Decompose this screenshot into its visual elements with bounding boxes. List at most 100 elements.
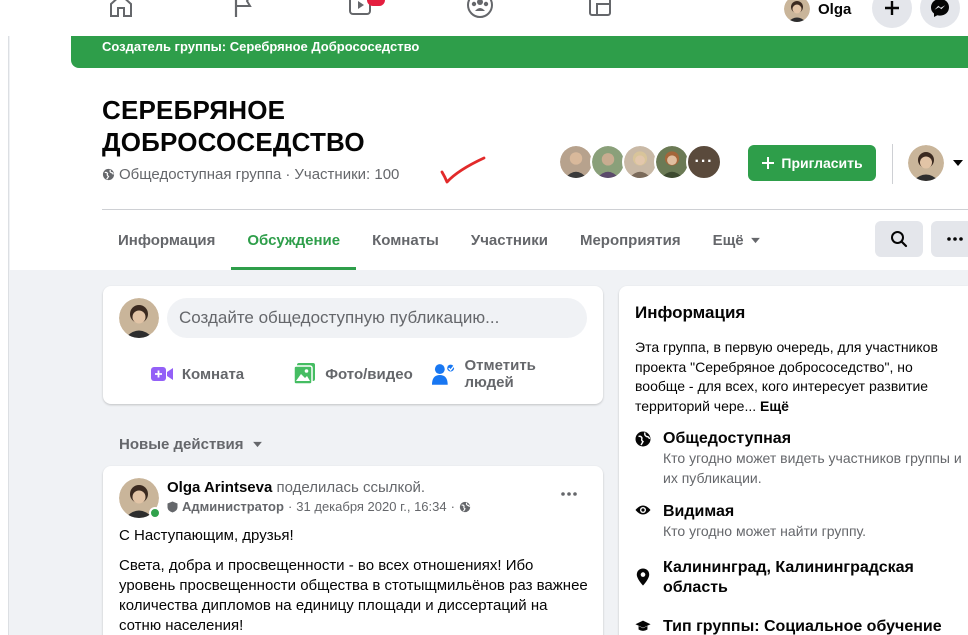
invite-button-label: Пригласить: [781, 155, 863, 171]
caret-down-icon: [953, 160, 963, 166]
plus-icon: [885, 1, 899, 15]
location-pin-icon: [636, 568, 650, 586]
about-item-public: Общедоступная Кто угодно может видеть уч…: [635, 429, 968, 488]
about-item-title: Общедоступная: [663, 430, 792, 447]
avatar: [119, 298, 159, 338]
about-item-subtitle: Кто угодно может видеть участников групп…: [663, 450, 962, 486]
tab-label: Ещё: [712, 231, 744, 249]
feed-sort-dropdown[interactable]: Новые действия: [119, 436, 263, 453]
subline-separator: ·: [287, 499, 293, 514]
composer-actions: Комната Фото/видео Отметить людей: [119, 354, 587, 394]
post-author-role: Администратор: [182, 499, 284, 514]
tab-members[interactable]: Участники: [455, 210, 564, 270]
post-author[interactable]: Olga Arintseva: [167, 479, 272, 496]
post-body: С Наступающим, друзья! Света, добра и пр…: [119, 526, 591, 635]
sort-label: Новые действия: [119, 436, 244, 453]
about-item-title: Видимая: [663, 503, 735, 520]
post-action-text: поделилась ссылкой.: [276, 479, 426, 496]
tab-label: Комнаты: [372, 231, 439, 249]
about-item-title: Калининград, Калининградская область: [663, 559, 914, 596]
post-date[interactable]: 31 декабря 2020 г., 16:34: [296, 499, 446, 514]
red-checkmark-annotation: [440, 156, 486, 184]
acting-as-switcher[interactable]: [908, 145, 964, 181]
search-icon: [891, 231, 908, 248]
home-icon[interactable]: [106, 0, 136, 20]
room-button[interactable]: Комната: [119, 354, 275, 394]
photo-video-button[interactable]: Фото/видео: [275, 354, 431, 394]
tab-info[interactable]: Информация: [102, 210, 231, 270]
post-paragraph: Света, добра и просвещенности - во всех …: [119, 557, 588, 634]
more-dots-icon: [947, 237, 963, 241]
left-edge-panel: [0, 36, 9, 635]
tab-events[interactable]: Мероприятия: [564, 210, 697, 270]
about-item-location: Калининград, Калининградская область: [635, 558, 935, 598]
page-title: СЕРЕБРЯНОЕ ДОБРОСОСЕДСТВО: [102, 95, 365, 157]
action-label: Комната: [181, 365, 245, 383]
tab-rooms[interactable]: Комнаты: [356, 210, 455, 270]
admin-shield-icon: [167, 501, 178, 512]
tab-label: Информация: [118, 231, 216, 249]
groups-icon[interactable]: [465, 0, 495, 20]
messenger-button[interactable]: [920, 0, 960, 28]
group-meta: Общедоступная группа · Участники: 100: [102, 166, 399, 183]
create-button[interactable]: [872, 0, 912, 28]
top-navigation-bar: Olga: [0, 0, 968, 36]
member-avatars[interactable]: ···: [558, 144, 728, 182]
more-members-icon[interactable]: ···: [686, 144, 722, 180]
member-avatar[interactable]: [590, 144, 626, 180]
avatar: [908, 145, 944, 181]
see-more-link[interactable]: Ещё: [760, 398, 789, 414]
online-status-dot: [149, 507, 161, 519]
meta-separator: ·: [285, 166, 291, 183]
video-room-icon: [150, 367, 173, 381]
tab-label: Обсуждение: [247, 231, 341, 249]
feed-post: Olga Arintseva поделилась ссылкой. Админ…: [103, 466, 603, 635]
member-avatar[interactable]: [622, 144, 658, 180]
invite-button[interactable]: Пригласить: [748, 145, 876, 181]
globe-icon: [635, 431, 651, 447]
about-title: Информация: [635, 303, 746, 322]
member-avatar[interactable]: [654, 144, 690, 180]
create-post-input[interactable]: Создайте общедоступную публикацию...: [167, 298, 587, 338]
members-count[interactable]: Участники: 100: [294, 166, 399, 183]
create-post-placeholder: Создайте общедоступную публикацию...: [179, 308, 500, 327]
tag-people-icon: [431, 364, 456, 385]
about-item-subtitle: Кто угодно может найти группу.: [663, 523, 867, 539]
search-button[interactable]: [875, 221, 923, 257]
about-card: Информация Эта группа, в первую очередь,…: [619, 286, 968, 635]
more-dots-icon: [561, 492, 577, 496]
about-item-group-type: Тип группы: Социальное обучение: [635, 617, 942, 635]
action-label: Фото/видео: [325, 365, 413, 383]
tab-label: Мероприятия: [579, 231, 681, 249]
post-header: Olga Arintseva поделилась ссылкой.: [167, 479, 425, 496]
member-avatar[interactable]: [558, 144, 594, 180]
post-options-button[interactable]: [551, 484, 587, 504]
profile-name: Olga: [818, 0, 852, 18]
plus-icon: [762, 157, 775, 169]
about-item-visible: Видимая Кто угодно может найти группу.: [635, 502, 866, 542]
post-subline: Администратор · 31 декабря 2020 г., 16:3…: [167, 499, 471, 514]
profile-chip[interactable]: Olga: [784, 0, 851, 24]
messenger-icon: [931, 0, 949, 17]
tab-label: Участники: [470, 231, 548, 249]
caret-down-icon: [750, 237, 760, 243]
post-paragraph: С Наступающим, друзья!: [119, 527, 294, 544]
flag-icon[interactable]: [228, 0, 258, 20]
post-composer: Создайте общедоступную публикацию... Ком…: [103, 286, 603, 404]
eye-icon: [635, 505, 651, 515]
tab-discussion[interactable]: Обсуждение: [231, 210, 356, 270]
action-label: Отметить людей: [464, 357, 536, 391]
more-options-button[interactable]: [931, 221, 968, 257]
group-tabs: Информация Обсуждение Комнаты Участники …: [102, 210, 777, 270]
globe-icon: [102, 168, 115, 181]
gaming-icon[interactable]: [585, 0, 615, 20]
avatar: [784, 0, 810, 22]
tab-more[interactable]: Ещё: [697, 210, 777, 270]
globe-icon: [459, 501, 471, 512]
notification-badge: [367, 0, 385, 6]
tag-people-button[interactable]: Отметить людей: [431, 354, 587, 394]
about-description: Эта группа, в первую очередь, для участн…: [635, 338, 965, 416]
photo-icon: [293, 363, 316, 385]
about-item-title: Тип группы: Социальное обучение: [663, 618, 942, 635]
creator-banner: Создатель группы: Серебряное Добрососедс…: [71, 36, 968, 68]
